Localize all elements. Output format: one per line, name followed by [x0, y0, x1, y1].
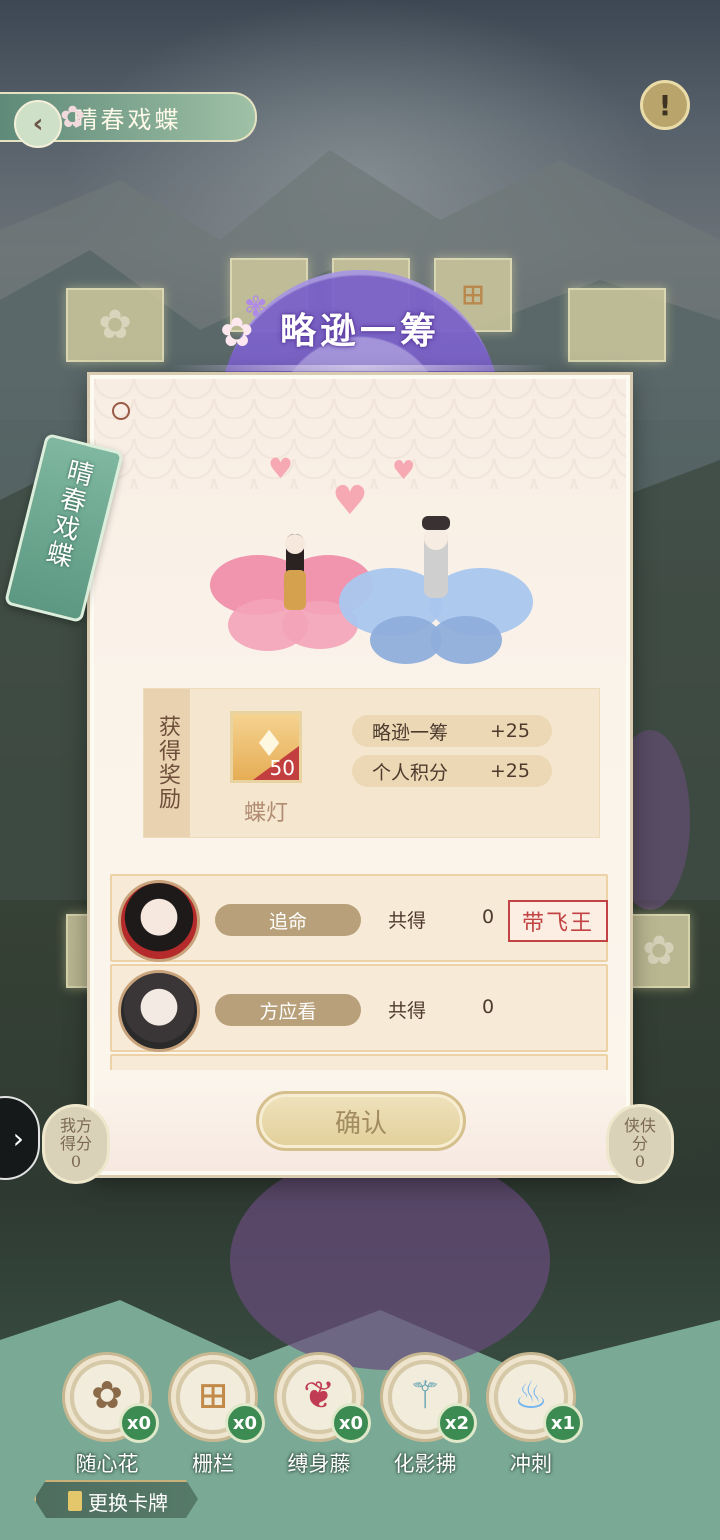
- player-list[interactable]: 追命 共得 0 带飞王 方应看 共得 0: [110, 874, 608, 1070]
- tool-fence[interactable]: ⊞ x0: [168, 1352, 265, 1443]
- banner-glow-line: [170, 365, 550, 371]
- board-tile[interactable]: ✿: [628, 914, 690, 988]
- info-button[interactable]: !: [640, 80, 690, 130]
- change-card-button[interactable]: 更换卡牌: [34, 1480, 198, 1518]
- tool-name: 随心花: [75, 1452, 139, 1476]
- heart-icon: ♥: [392, 456, 416, 486]
- result-banner: ✿ ✾ 略逊一筹: [170, 270, 550, 420]
- tool-count: x0: [331, 1403, 371, 1443]
- right-score-badge: 侠伕分 0: [606, 1104, 674, 1184]
- tool-name: 缚身藤: [287, 1452, 351, 1476]
- plum-flower-icon: ✿: [98, 302, 132, 348]
- tool-name: 栅栏: [192, 1452, 234, 1476]
- confirm-button[interactable]: 确认: [256, 1091, 466, 1151]
- player-row: 方应看 共得 0: [110, 964, 608, 1052]
- reward-item[interactable]: ♦ 50: [230, 711, 302, 783]
- score-row: 个人积分 +25: [352, 755, 552, 787]
- tool-flower-basket[interactable]: ✿ x0: [62, 1352, 159, 1443]
- tool-sprint[interactable]: ♨ x1: [486, 1352, 583, 1443]
- player-row: [110, 1054, 608, 1070]
- back-button[interactable]: ‹: [14, 100, 62, 148]
- tag-string: [112, 402, 130, 420]
- item-quantity: 50: [269, 756, 295, 780]
- cherry-blossom-icon: ✿: [60, 100, 86, 135]
- board-tile[interactable]: ✿: [66, 288, 164, 362]
- tool-name: 冲刺: [510, 1452, 552, 1476]
- mvp-stamp: 带飞王: [508, 900, 608, 942]
- plum-flower-icon: ✿: [642, 928, 676, 974]
- scallop-pattern: [94, 379, 626, 489]
- tool-count: x2: [437, 1403, 477, 1443]
- reward-label: 获得奖励: [144, 689, 190, 837]
- item-name: 蝶灯: [243, 801, 288, 826]
- player-name: 方应看: [215, 994, 361, 1026]
- total-label: 共得: [388, 1000, 427, 1022]
- avatar: [118, 970, 200, 1052]
- tool-count: x0: [225, 1403, 265, 1443]
- score-value: +25: [489, 760, 530, 782]
- tool-name: 化影拂: [393, 1452, 457, 1476]
- score-row: 略逊一筹 +25: [352, 715, 552, 747]
- player-row: 追命 共得 0 带飞王: [110, 874, 608, 962]
- card-icon: [68, 1491, 82, 1511]
- tool-count: x1: [543, 1403, 583, 1443]
- chevron-left-icon: ‹: [32, 109, 44, 139]
- tool-count: x0: [119, 1403, 159, 1443]
- blue-butterfly-character: [339, 516, 533, 664]
- total-value: 0: [482, 996, 495, 1018]
- avatar: [118, 880, 200, 962]
- tool-whisk[interactable]: ⚚ x2: [380, 1352, 477, 1443]
- total-value: 0: [482, 906, 495, 928]
- chevron-right-icon: ›: [12, 1121, 24, 1155]
- score-value: +25: [489, 720, 530, 742]
- reward-section: 获得奖励 ♦ 50 蝶灯 略逊一筹 +25 个人积分 +25: [143, 688, 600, 838]
- total-label: 共得: [388, 910, 427, 932]
- result-title: 略逊一筹: [279, 310, 440, 352]
- board-tile[interactable]: [568, 288, 666, 362]
- left-score-badge: 我方得分 0: [42, 1104, 110, 1184]
- player-name: 追命: [215, 904, 361, 936]
- heart-icon: ♥: [268, 452, 294, 485]
- score-label: 略逊一筹: [372, 721, 449, 744]
- score-label: 个人积分: [372, 761, 449, 784]
- exclamation-icon: !: [658, 88, 672, 122]
- tool-vine[interactable]: ❦ x0: [274, 1352, 371, 1443]
